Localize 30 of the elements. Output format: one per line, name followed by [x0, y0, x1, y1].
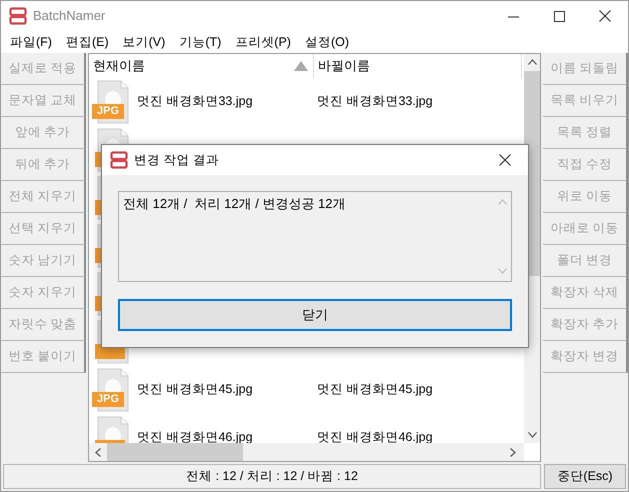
scroll-right-icon[interactable] [510, 448, 516, 456]
menu-item[interactable]: 파일(F) [3, 31, 59, 53]
app-logo-icon [9, 7, 27, 25]
stop-button[interactable]: 중단(Esc) [544, 464, 626, 489]
menu-item[interactable]: 편집(E) [58, 31, 116, 53]
maximize-icon[interactable] [554, 10, 564, 22]
new-file-name: 멋진 배경화면45.jpg [317, 381, 433, 398]
dialog-title: 변경 작업 결과 [134, 152, 219, 169]
window-title: BatchNamer [33, 7, 106, 26]
menu-item[interactable]: 보기(V) [116, 31, 172, 53]
file-name[interactable]: 멋진 배경화면45.jpg [137, 380, 317, 399]
menu-item[interactable]: 기능(T) [172, 31, 228, 53]
scroll-up-icon[interactable] [528, 59, 536, 65]
close-icon[interactable] [599, 10, 611, 22]
file-type-badge: JPG [92, 104, 124, 119]
horizontal-scrollbar[interactable] [89, 443, 524, 461]
menu-item[interactable]: 프리셋(P) [228, 31, 298, 53]
column-header[interactable]: 현재이름 [93, 56, 145, 76]
close-button[interactable]: 닫기 [118, 299, 512, 331]
scroll-left-icon[interactable] [95, 448, 101, 456]
scroll-down-icon[interactable] [528, 432, 536, 438]
column-header[interactable]: 바뀔이름 [318, 56, 370, 76]
result-message: 전체 12개 / 처리 12개 / 변경성공 12개 [122, 195, 346, 213]
file-name[interactable]: 멋진 배경화면33.jpg [137, 92, 317, 111]
app-logo-icon [110, 151, 128, 169]
file-type-badge: JPG [92, 392, 124, 407]
menu-item[interactable]: 설정(O) [298, 31, 356, 53]
close-icon[interactable] [499, 154, 511, 166]
status-text: 전체 : 12 / 처리 : 12 / 바뀜 : 12 [3, 464, 541, 489]
new-file-name: 멋진 배경화면33.jpg [317, 93, 433, 110]
